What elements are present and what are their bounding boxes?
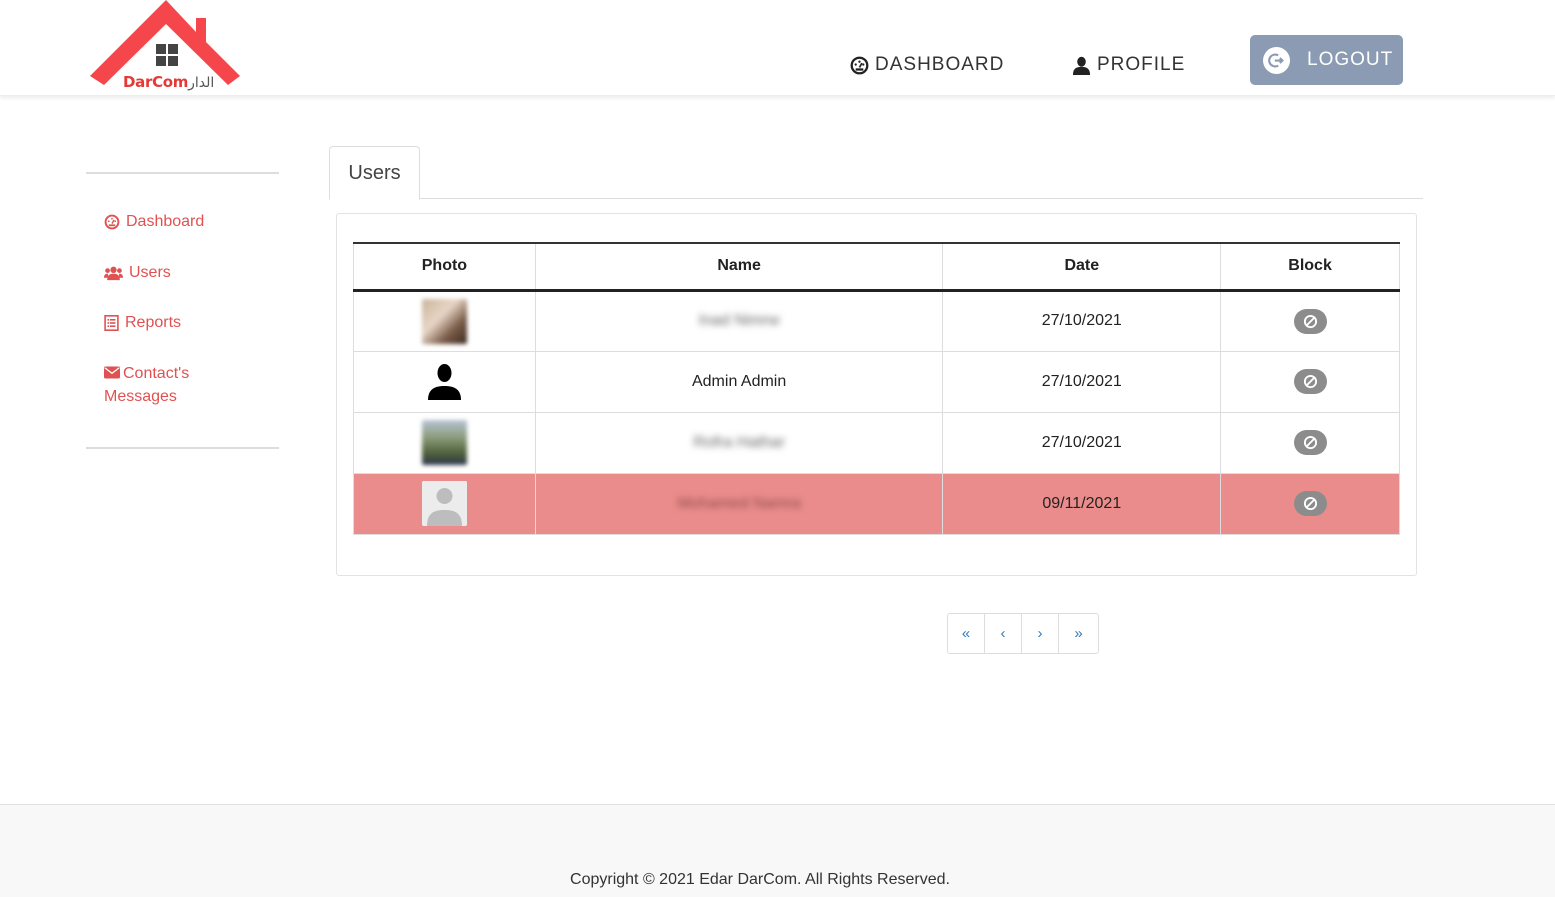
user-name: Inad Nimrw <box>698 312 780 329</box>
ban-icon <box>1303 374 1317 389</box>
date-cell: 27/10/2021 <box>942 289 1222 352</box>
tab-users[interactable]: Users <box>329 146 420 200</box>
sidebar-item-label: Reports <box>125 314 182 331</box>
column-header-photo: Photo <box>353 242 536 292</box>
name-cell: Admin Admin <box>534 350 944 413</box>
user-avatar <box>421 298 467 344</box>
pagination-next-button[interactable]: › <box>1022 614 1059 653</box>
logout-button[interactable]: LOGOUT <box>1250 35 1403 85</box>
table-row-blocked: Mohamed Namra 09/11/2021 <box>353 472 1400 535</box>
logo-text: DarComالدار <box>123 73 215 91</box>
pagination-first-button[interactable]: « <box>948 614 985 653</box>
copyright-text: Copyright © 2021 Edar DarCom. All Rights… <box>570 871 950 888</box>
block-button[interactable] <box>1293 491 1327 516</box>
darcom-logo[interactable]: DarComالدار <box>90 0 242 96</box>
sidebar-item-reports[interactable]: Reports <box>104 311 181 334</box>
user-avatar <box>421 420 467 465</box>
date-cell: 09/11/2021 <box>942 472 1222 535</box>
footer: Copyright © 2021 Edar DarCom. All Rights… <box>0 804 1555 897</box>
photo-cell <box>353 289 536 352</box>
ban-icon <box>1303 314 1317 328</box>
sidebar-item-users[interactable]: Users <box>104 261 171 284</box>
user-icon <box>1072 56 1091 75</box>
table-row: Admin Admin 27/10/2021 <box>353 350 1400 413</box>
sidebar-divider-bottom <box>86 447 279 449</box>
sidebar-item-contact-messages[interactable]: Contact's Messages <box>104 362 214 408</box>
pagination: « ‹ › » <box>947 613 1099 654</box>
photo-cell <box>353 411 536 474</box>
tabs-baseline <box>329 198 1423 199</box>
sidebar-item-label: Users <box>129 264 171 281</box>
date-cell: 27/10/2021 <box>942 411 1222 474</box>
block-button[interactable] <box>1293 308 1327 334</box>
pagination-prev-button[interactable]: ‹ <box>985 614 1022 653</box>
name-cell: Inad Nimrw <box>534 289 944 352</box>
nav-dashboard-link[interactable]: DASHBOARD <box>850 54 1004 76</box>
sidebar: Dashboard Users Reports Contact's Messag… <box>86 172 279 449</box>
user-name: Rofra Hathar <box>693 433 785 451</box>
table-row: Inad Nimrw 27/10/2021 <box>353 289 1400 352</box>
users-table: Photo Name Date Block Inad Nimrw 27/10/2… <box>353 242 1400 535</box>
sidebar-divider-top <box>86 172 279 174</box>
photo-cell <box>353 472 536 535</box>
users-panel: Photo Name Date Block Inad Nimrw 27/10/2… <box>336 213 1417 576</box>
logout-icon <box>1263 46 1290 74</box>
sidebar-item-dashboard[interactable]: Dashboard <box>104 210 204 233</box>
dashboard-gauge-icon <box>104 214 120 230</box>
user-name: Mohamed Namra <box>677 494 801 512</box>
sidebar-item-label: Dashboard <box>126 213 205 230</box>
user-silhouette-icon <box>421 359 467 404</box>
block-cell <box>1220 289 1400 352</box>
nav-profile-link[interactable]: PROFILE <box>1072 54 1185 76</box>
table-header-row: Photo Name Date Block <box>353 242 1400 292</box>
ban-icon <box>1303 435 1317 450</box>
default-avatar-icon <box>421 481 467 526</box>
block-cell <box>1220 472 1400 535</box>
ban-icon <box>1303 496 1317 511</box>
block-button[interactable] <box>1293 369 1327 394</box>
column-header-name: Name <box>534 242 944 292</box>
column-header-block: Block <box>1220 242 1400 292</box>
date-cell: 27/10/2021 <box>942 350 1222 413</box>
nav-profile-label: PROFILE <box>1097 54 1186 75</box>
name-cell: Rofra Hathar <box>534 411 944 474</box>
column-header-date: Date <box>942 242 1222 292</box>
users-icon <box>104 266 123 281</box>
nav-dashboard-label: DASHBOARD <box>875 54 1005 75</box>
block-button[interactable] <box>1293 430 1327 455</box>
top-navbar: DarComالدار DASHBOARD PROFILE LOGOUT <box>0 0 1555 96</box>
name-cell: Mohamed Namra <box>534 472 944 535</box>
photo-cell <box>353 350 536 413</box>
envelope-icon <box>104 366 120 379</box>
dashboard-gauge-icon <box>850 56 869 74</box>
pagination-last-button[interactable]: » <box>1059 614 1098 653</box>
table-row: Rofra Hathar 27/10/2021 <box>353 411 1400 474</box>
block-cell <box>1220 411 1400 474</box>
block-cell <box>1220 350 1400 413</box>
list-icon <box>104 315 119 331</box>
logout-label: LOGOUT <box>1307 49 1394 70</box>
